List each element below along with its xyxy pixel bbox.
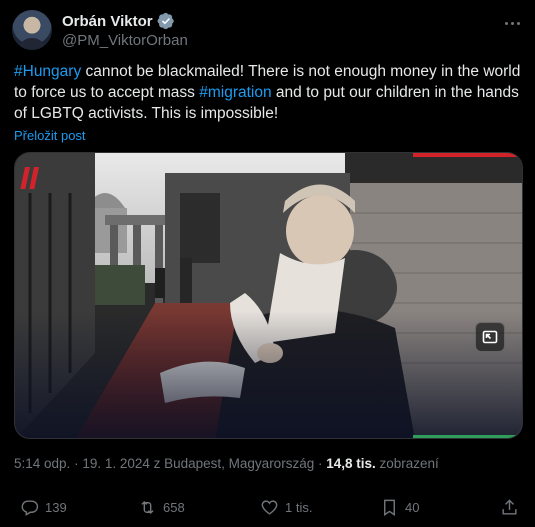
bookmark-icon xyxy=(384,499,395,516)
more-icon[interactable] xyxy=(501,12,523,34)
bookmark-button[interactable]: 40 xyxy=(380,498,419,517)
post-date-location[interactable]: 19. 1. 2024 z Budapest, Magyarország xyxy=(82,456,314,471)
hashtag-link[interactable]: #Hungary xyxy=(14,63,81,80)
meta-separator: · xyxy=(314,456,327,471)
hashtag-link[interactable]: #migration xyxy=(199,84,271,101)
repost-icon xyxy=(141,500,154,515)
like-icon xyxy=(261,500,278,515)
like-count: 1 tis. xyxy=(285,500,313,515)
share-button[interactable] xyxy=(500,498,519,517)
expand-icon[interactable] xyxy=(475,322,505,352)
tweet-text: #Hungary cannot be blackmailed! There is… xyxy=(14,61,524,124)
repost-count: 658 xyxy=(163,500,185,515)
author-name-row: Orbán Viktor xyxy=(62,12,175,30)
translate-post-link[interactable]: Přeložit post xyxy=(14,128,86,143)
meta-separator: · xyxy=(70,456,83,471)
like-button[interactable]: 1 tis. xyxy=(260,498,312,517)
reply-count: 139 xyxy=(45,500,67,515)
author-name[interactable]: Orbán Viktor xyxy=(62,13,153,30)
view-label: zobrazení xyxy=(375,456,439,471)
verified-badge-icon xyxy=(157,12,174,30)
post-time[interactable]: 5:14 odp. xyxy=(14,456,70,471)
author-handle[interactable]: @PM_ViktorOrban xyxy=(62,32,188,49)
view-count: 14,8 tis. xyxy=(326,456,376,471)
share-icon xyxy=(502,499,517,515)
tweet-header: Orbán Viktor @PM_ViktorOrban xyxy=(12,8,523,52)
tweet-actions: 139 658 1 tis. 40 xyxy=(14,498,523,520)
video-media[interactable] xyxy=(14,152,523,439)
avatar[interactable] xyxy=(12,10,52,50)
video-frame-image xyxy=(15,153,522,438)
bookmark-count: 40 xyxy=(405,500,420,515)
repost-button[interactable]: 658 xyxy=(138,498,185,517)
reply-button[interactable]: 139 xyxy=(20,498,67,517)
tweet-metadata: 5:14 odp. · 19. 1. 2024 z Budapest, Magy… xyxy=(14,456,439,471)
reply-icon xyxy=(21,500,39,516)
